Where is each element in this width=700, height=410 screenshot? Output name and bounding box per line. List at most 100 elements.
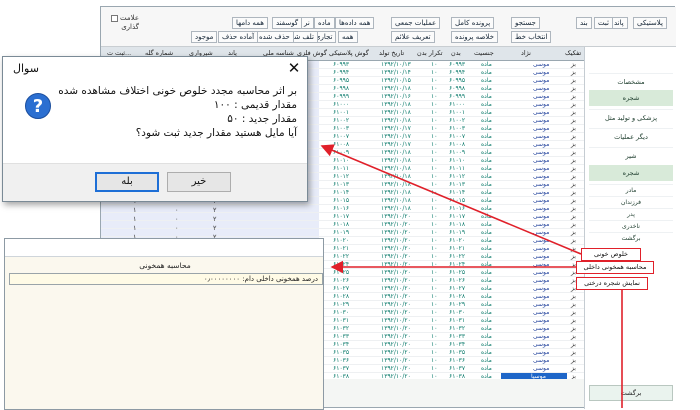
table-cell-sex: ماده xyxy=(481,221,492,228)
table-cell-plastic: ۶۱۰۱۸ xyxy=(333,221,350,228)
table-row[interactable]: بز موسی ماده ۶۱۰۱۹ ۱۰ ۱۳۹۲/۱۰/۲۰ ۶۱۰۱۹ xyxy=(101,229,584,237)
mark-checkbox[interactable]: علامت گذاری xyxy=(109,14,139,32)
table-cell-plastic: ۶۱۰۲۵ xyxy=(333,269,350,276)
back-button[interactable]: برگشت xyxy=(589,385,673,401)
sidebar-item-other-ops[interactable]: دیگر عملیات xyxy=(589,128,673,144)
col-header[interactable]: تفکیک xyxy=(565,49,581,57)
inbreeding-button[interactable]: خلوص خونی xyxy=(581,248,641,261)
filter-all[interactable]: همه xyxy=(338,31,358,43)
table-cell-breed: موسی xyxy=(533,197,550,204)
table-cell-plastic: ۶۱۰۱۹ xyxy=(333,229,350,236)
filter-all-animals[interactable]: همه دامها xyxy=(232,17,268,29)
col-header[interactable]: تاریخ تولد xyxy=(379,49,404,57)
close-icon[interactable]: ✕ xyxy=(285,59,303,77)
sidebar-item-stepmother[interactable]: ناخدری xyxy=(589,220,673,231)
table-cell-date: ۱۳۹۲/۱۰/۱۸ xyxy=(381,205,411,212)
table-cell-breed: موسی xyxy=(533,205,550,212)
table-cell-id: ۶۱۰۰۷ xyxy=(449,133,466,140)
table-cell-plastic: ۶۱۰۰۱ xyxy=(333,109,350,116)
table-cell-sex: ماده xyxy=(481,365,492,372)
table-cell-plastic: ۶۱۰۲۱ xyxy=(333,245,350,252)
define-marks-button[interactable]: تعریف علائم xyxy=(391,31,435,43)
table-cell-plastic: ۶۱۰۱۰ xyxy=(333,157,350,164)
table-cell-sex: ماده xyxy=(481,293,492,300)
search-button[interactable]: جستجو xyxy=(511,17,540,29)
filter-existing[interactable]: موجود xyxy=(191,31,218,43)
col-header[interactable]: بدن xyxy=(451,49,461,57)
table-cell-id: ۶۱۰۱۰ xyxy=(449,157,466,164)
table-cell-id: ۶۱۰۲۰ xyxy=(449,237,466,244)
table-cell-id: ۶۱۰۱۹ xyxy=(449,229,466,236)
yes-button[interactable]: بله xyxy=(95,172,159,192)
table-cell-sex: ماده xyxy=(481,325,492,332)
table-cell-rep: ۱۰ xyxy=(431,373,438,379)
table-cell-date: ۱۳۹۲/۱۰/۲۰ xyxy=(381,269,411,276)
filter-sheep[interactable]: گوسفند xyxy=(272,17,303,29)
kinship-calc-button[interactable]: محاسبه همخونی داخلی xyxy=(576,261,654,274)
table-cell-rep: ۱۰ xyxy=(431,141,438,148)
table-cell-plastic: ۶۱۰۱۴ xyxy=(333,189,350,196)
tab-sabt[interactable]: ثبت xyxy=(594,17,613,29)
table-cell-rep: ۱۰ xyxy=(431,85,438,92)
col-header[interactable]: تکرار بدن xyxy=(417,49,443,57)
sidebar-item-pedigree[interactable]: شجره xyxy=(589,90,673,106)
table-cell-tag: بز xyxy=(571,69,576,76)
table-cell-date: ۱۳۹۲/۱۰/۲۰ xyxy=(381,221,411,228)
selected-cell[interactable]: موسیا xyxy=(501,373,567,379)
table-cell-rep: ۱۰ xyxy=(431,197,438,204)
sidebar-item-back[interactable]: برگشت xyxy=(589,232,673,243)
select-line-button[interactable]: انتخاب خط xyxy=(511,31,552,43)
table-cell-rep: ۱۰ xyxy=(431,165,438,172)
dialog-message-line: مقدار جدید : ۵۰ xyxy=(227,113,297,125)
table-row[interactable]: بز موسی ماده ۶۱۰۱۶ ۱۰ ۱۳۹۲/۱۰/۱۸ ۶۱۰۱۶ xyxy=(101,205,584,213)
table-cell-plastic: ۶۰۹۹۳ xyxy=(333,61,350,68)
panel-title: محاسبه همخونی xyxy=(139,261,191,270)
tab-plastic[interactable]: پلاستیکی xyxy=(633,17,667,29)
table-cell-rep: ۱۰ xyxy=(431,69,438,76)
sidebar-item-pedigree-2[interactable]: شجره xyxy=(589,165,673,181)
sidebar-item-children[interactable]: فرزندان xyxy=(589,196,673,207)
sidebar-item-father[interactable]: پدر xyxy=(589,208,673,219)
table-cell-sex: ماده xyxy=(481,285,492,292)
table-cell-rep: ۱۰ xyxy=(431,109,438,116)
sidebar-item-mother[interactable]: مادر xyxy=(589,184,673,195)
full-record-button[interactable]: پرونده کامل xyxy=(451,17,495,29)
table-cell-breed: موسی xyxy=(533,77,550,84)
toolbar: پلاستیکی پاند ثبت بند جستجو پرونده کامل … xyxy=(101,7,676,47)
filter-removed[interactable]: حذف شده xyxy=(255,31,294,43)
tab-band[interactable]: بند xyxy=(576,17,592,29)
dialog-message-line: مقدار قدیمی : ۱۰۰ xyxy=(213,99,297,111)
sidebar-item-profile[interactable]: مشخصات xyxy=(589,73,673,89)
sidebar-item-milk[interactable]: شیر xyxy=(589,147,673,163)
filter-ready-remove[interactable]: آماده حذف xyxy=(218,31,259,43)
table-cell-breed: موسی xyxy=(533,269,550,276)
checkbox-icon[interactable] xyxy=(110,14,118,22)
col-header[interactable]: گوش پلاستیکی xyxy=(329,49,369,57)
col-header[interactable]: نژاد xyxy=(521,49,531,57)
filter-all-data[interactable]: همه داده‌ها xyxy=(335,17,375,29)
table-cell-rep: ۱۰ xyxy=(431,301,438,308)
table-cell-id: ۶۱۰۳۶ xyxy=(449,357,466,364)
table-cell-rep: ۱۰ xyxy=(431,229,438,236)
table-row[interactable]: بز موسی ماده ۶۱۰۱۸ ۱۰ ۱۳۹۲/۱۰/۲۰ ۶۱۰۱۸ xyxy=(101,221,584,229)
table-cell-plastic: ۶۱۰۱۱ xyxy=(333,165,350,172)
pedigree-tree-button[interactable]: نمایش شجره درختی xyxy=(576,277,648,290)
col-header[interactable]: جنسیت xyxy=(474,49,494,57)
no-button[interactable]: خیر xyxy=(167,172,231,192)
table-cell-id: ۶۱۰۲۹ xyxy=(449,301,466,308)
table-cell-sex: ماده xyxy=(481,61,492,68)
table-row[interactable]: بز موسی ماده ۶۱۰۱۷ ۱۰ ۱۳۹۲/۱۰/۲۰ ۶۱۰۱۷ xyxy=(101,213,584,221)
table-cell-breed: موسی xyxy=(533,365,550,372)
sidebar-item-medical[interactable]: پزشکی و تولید مثل xyxy=(589,109,673,125)
table-cell-sex: ماده xyxy=(481,237,492,244)
filter-female[interactable]: ماده xyxy=(314,17,335,29)
table-cell-date: ۱۳۹۲/۱۰/۲۰ xyxy=(381,317,411,324)
table-cell-breed: موسی xyxy=(533,189,550,196)
table-cell-date: ۱۳۹۲/۱۰/۲۰ xyxy=(381,293,411,300)
table-cell-sex: ماده xyxy=(481,317,492,324)
table-cell-breed: موسی xyxy=(533,141,550,148)
record-summary-button[interactable]: خلاصه پرونده xyxy=(451,31,498,43)
bulk-ops-button[interactable]: عملیات جمعی xyxy=(391,17,441,29)
table-cell-rep: ۱۰ xyxy=(431,93,438,100)
table-cell-date: ۱۳۹۲/۱۰/۲۰ xyxy=(381,373,411,379)
